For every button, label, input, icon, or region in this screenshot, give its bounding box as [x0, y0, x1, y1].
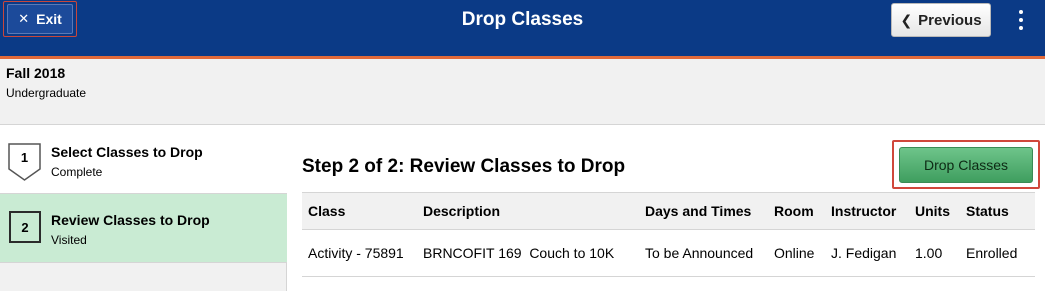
- cell-room: Online: [768, 229, 825, 277]
- column-header-description: Description: [417, 192, 639, 230]
- step-status: Visited: [51, 233, 87, 247]
- cell-instructor: J. Fedigan: [825, 229, 909, 277]
- step-title: Select Classes to Drop: [51, 144, 203, 160]
- table-header-row: Class Description Days and Times Room In…: [302, 192, 1035, 230]
- column-header-status: Status: [960, 192, 1035, 230]
- column-header-days-times: Days and Times: [639, 192, 768, 230]
- step-item-select[interactable]: 1 Select Classes to Drop Complete: [0, 125, 287, 194]
- column-header-units: Units: [909, 192, 960, 230]
- close-icon: ✕: [18, 11, 30, 26]
- drop-classes-button[interactable]: Drop Classes: [899, 147, 1033, 183]
- previous-button-label: Previous: [918, 11, 982, 29]
- classes-table: Class Description Days and Times Room In…: [302, 192, 1035, 277]
- chevron-left-icon: ❮: [900, 11, 913, 28]
- step-item-review[interactable]: 2 Review Classes to Drop Visited: [0, 194, 287, 263]
- step-title: Review Classes to Drop: [51, 212, 210, 228]
- step-number: 1: [20, 150, 29, 165]
- step-number: 2: [9, 211, 41, 243]
- career-name: Undergraduate: [6, 86, 87, 100]
- drop-classes-highlight: Drop Classes: [892, 140, 1040, 189]
- term-band: Fall 2018 Undergraduate: [0, 59, 1045, 125]
- column-header-class: Class: [302, 192, 417, 230]
- page-title: Drop Classes: [461, 9, 584, 30]
- table-row: Activity - 75891 BRNCOFIT 169 Couch to 1…: [302, 229, 1035, 277]
- header-bar: ✕ Exit Drop Classes ❮ Previous: [0, 0, 1045, 56]
- step-status: Complete: [51, 165, 103, 179]
- cell-units: 1.00: [909, 229, 960, 277]
- previous-button[interactable]: ❮ Previous: [891, 3, 991, 37]
- term-name: Fall 2018: [6, 65, 66, 81]
- cell-class: Activity - 75891: [302, 229, 417, 277]
- column-header-room: Room: [768, 192, 825, 230]
- more-vertical-icon[interactable]: [1011, 6, 1031, 34]
- exit-button-label: Exit: [36, 11, 62, 27]
- steps-sidebar: 1 Select Classes to Drop Complete 2 Revi…: [0, 125, 287, 291]
- step-marker-icon: 1: [8, 143, 41, 181]
- cell-description: BRNCOFIT 169 Couch to 10K: [417, 229, 639, 277]
- cell-days-times: To be Announced: [639, 229, 768, 277]
- column-header-instructor: Instructor: [825, 192, 909, 230]
- exit-button-highlight: ✕ Exit: [3, 1, 77, 37]
- exit-button[interactable]: ✕ Exit: [7, 4, 73, 34]
- cell-status: Enrolled: [960, 229, 1035, 277]
- step-heading: Step 2 of 2: Review Classes to Drop: [302, 156, 626, 177]
